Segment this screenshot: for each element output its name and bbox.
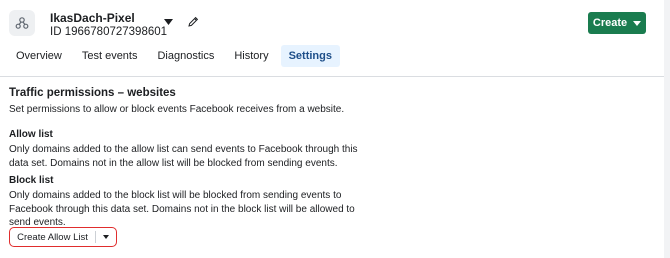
allow-list-description: Only domains added to the allow list can… (9, 144, 358, 169)
caret-down-icon (103, 235, 109, 239)
tab-bar: Overview Test events Diagnostics History… (8, 45, 340, 67)
pencil-icon (188, 16, 199, 27)
block-list-description: Only domains added to the block list wil… (9, 190, 355, 228)
create-button[interactable]: Create (588, 12, 646, 34)
tab-overview[interactable]: Overview (8, 45, 70, 67)
allow-list-title: Allow list (9, 129, 53, 140)
tab-test-events[interactable]: Test events (74, 45, 146, 67)
caret-down-icon (163, 19, 173, 25)
pixel-name: IkasDach-Pixel (50, 11, 135, 25)
pixel-selector-dropdown[interactable] (161, 15, 175, 29)
create-button-label: Create (592, 17, 628, 29)
traffic-permissions-description: Set permissions to allow or block events… (9, 104, 345, 115)
tab-diagnostics[interactable]: Diagnostics (149, 45, 222, 67)
list-type-dropdown-button[interactable] (96, 228, 116, 246)
allow-list-section: Allow list Only domains added to the all… (9, 128, 379, 170)
edit-name-button[interactable] (185, 14, 201, 30)
scrollbar[interactable] (664, 0, 670, 258)
caret-down-icon (633, 20, 642, 26)
tab-settings[interactable]: Settings (280, 45, 340, 67)
create-allow-list-button[interactable]: Create Allow List (10, 228, 95, 246)
pixel-id: ID 1966780727398601 (50, 26, 168, 38)
page-header: IkasDach-Pixel ID 1966780727398601 Creat… (0, 0, 670, 77)
traffic-permissions-title: Traffic permissions – websites (9, 87, 176, 99)
create-allow-list-split-button: Create Allow List (9, 227, 117, 247)
block-list-title: Block list (9, 175, 54, 186)
pixel-icon (9, 10, 35, 36)
block-list-section: Block list Only domains added to the blo… (9, 174, 379, 230)
tab-history[interactable]: History (226, 45, 276, 67)
settings-content: Traffic permissions – websites Set permi… (9, 86, 649, 228)
